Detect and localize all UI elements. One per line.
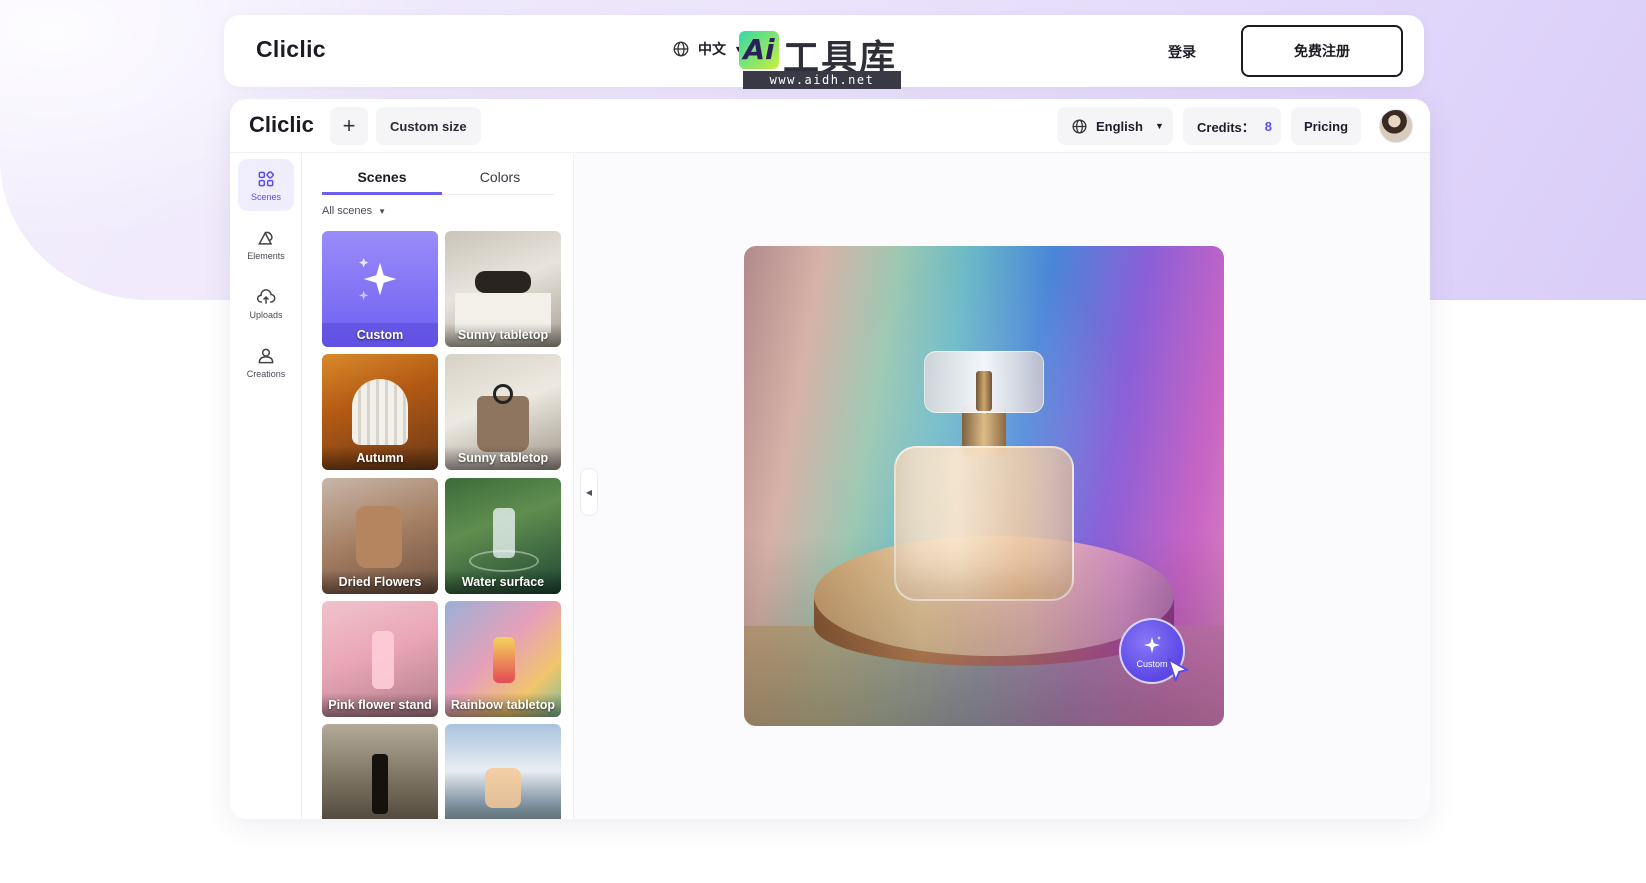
tab-scenes[interactable]: Scenes [322,163,442,195]
collapse-panel-button[interactable]: ◀ [580,468,598,516]
scene-object [352,379,408,445]
scene-tile-dark-studio[interactable] [322,724,438,819]
scene-object [477,396,529,452]
login-link[interactable]: 登录 [1168,42,1196,62]
credits-value: 8 [1264,118,1273,134]
user-icon [258,348,274,363]
tab-colors[interactable]: Colors [440,163,560,195]
rail-item-label: Scenes [250,191,282,202]
scene-tile-custom[interactable]: Custom [322,231,438,347]
canvas-area: ◀ Custom [574,153,1430,819]
globe-icon [673,41,689,57]
scene-label: Pink flower stand [322,693,438,717]
sparkle-icon [359,258,397,300]
watermark-ai-logo: Ai [739,31,779,69]
custom-size-button[interactable]: Custom size [376,107,481,145]
scene-tile-water-surface[interactable]: Water surface [445,478,561,594]
rail-item-scenes[interactable]: Scenes [238,159,294,211]
scenes-panel: Scenes Colors All scenes ▼ Custom Sunny … [302,153,574,819]
credits-button[interactable]: Credits： 8 [1183,107,1281,145]
site-logo[interactable]: Cliclic [256,36,326,63]
rail-item-creations[interactable]: Creations [238,336,294,388]
scene-object [356,506,402,568]
scene-label: Dried Flowers [322,570,438,594]
scene-object [493,384,513,404]
chevron-down-icon: ▼ [378,206,387,216]
watermark: Ai 工具库 www.aidh.net [739,29,909,93]
chevron-down-icon: ▼ [1154,121,1164,131]
product-image[interactable]: Custom [744,246,1224,726]
app-language-label: English [1096,118,1143,134]
scene-label: Sunny tabletop [445,446,561,470]
scene-label: Autumn [322,446,438,470]
avatar[interactable] [1379,109,1413,143]
scene-tile-sunny-tabletop[interactable]: Sunny tabletop [445,354,561,470]
add-button[interactable]: + [330,107,368,145]
scene-label: Custom [322,323,438,347]
scene-tile-dried-flowers[interactable]: Dried Flowers [322,478,438,594]
editor-app: Cliclic + Custom size English ▼ Credits：… [230,99,1430,819]
scene-object [372,631,394,689]
cursor-pointer-icon [1167,658,1189,682]
app-logo[interactable]: Cliclic [249,112,314,138]
app-language-selector[interactable]: English ▼ [1057,107,1173,145]
app-header: Cliclic + Custom size English ▼ Credits：… [230,99,1430,153]
credits-label: Credits： [1197,119,1255,135]
tool-rail: Scenes Elements Uploads Creations [230,153,302,819]
scene-tile-autumn[interactable]: Autumn [322,354,438,470]
rail-item-uploads[interactable]: Uploads [238,277,294,329]
pricing-button[interactable]: Pricing [1291,107,1361,145]
rail-item-label: Creations [246,368,286,379]
scene-object [469,550,539,572]
watermark-url: www.aidh.net [743,71,901,89]
scene-label: Sunny tabletop [445,323,561,347]
panel-tabs: Scenes Colors [322,163,554,195]
site-header: Cliclic 中文 ▼ Ai 工具库 www.aidh.net 登录 免费注册 [224,15,1424,89]
scene-object [372,754,388,814]
rail-item-label: Elements [247,250,285,261]
scene-tile-rainbow-tabletop[interactable]: Rainbow tabletop [445,601,561,717]
scene-filter-label: All scenes [322,205,373,217]
sparkle-icon [1144,636,1161,653]
shapes-icon [258,230,273,245]
chevron-left-icon: ◀ [585,487,593,497]
grid-icon [258,170,274,186]
signup-button[interactable]: 免费注册 [1241,25,1403,77]
cloud-upload-icon [257,288,276,304]
plus-icon: + [342,113,356,138]
rail-item-label: Uploads [249,309,283,320]
scene-filter-dropdown[interactable]: All scenes ▼ [322,205,386,217]
custom-scene-label: Custom [1136,659,1168,669]
rail-item-elements[interactable]: Elements [238,218,294,270]
scene-object [485,768,521,808]
scene-tile-sunny-tabletop[interactable]: Sunny tabletop [445,231,561,347]
language-selector[interactable]: 中文 ▼ [672,39,743,59]
scene-tile-mountain[interactable] [445,724,561,819]
scene-label: Rainbow tabletop [445,693,561,717]
language-label: 中文 [698,41,726,57]
scene-object [475,271,531,293]
scene-tile-pink-flower-stand[interactable]: Pink flower stand [322,601,438,717]
scene-object [493,637,515,683]
scene-label: Water surface [445,570,561,594]
globe-icon [1072,118,1087,134]
